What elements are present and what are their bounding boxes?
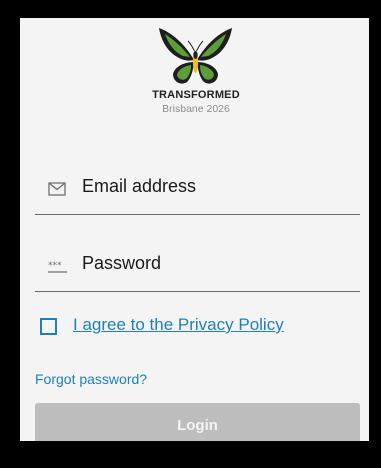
privacy-checkbox[interactable] xyxy=(40,318,57,335)
butterfly-icon xyxy=(159,28,232,84)
password-field[interactable]: *** Password xyxy=(35,245,360,292)
mail-icon xyxy=(48,182,66,196)
brand-name: TRANSFORMED xyxy=(152,89,240,101)
email-field[interactable]: Email address xyxy=(35,168,360,215)
email-placeholder: Email address xyxy=(82,176,197,196)
privacy-policy-link[interactable]: I agree to the Privacy Policy xyxy=(73,315,284,335)
brand-logo: TRANSFORMED Brisbane 2026 xyxy=(145,26,247,124)
brand-subtitle: Brisbane 2026 xyxy=(162,103,230,115)
login-button[interactable]: Login xyxy=(35,403,360,441)
privacy-agreement-row: I agree to the Privacy Policy xyxy=(35,310,360,340)
login-screen: TRANSFORMED Brisbane 2026 Email address … xyxy=(20,18,369,441)
forgot-password-link[interactable]: Forgot password? xyxy=(35,371,147,387)
password-dots-icon: *** xyxy=(48,261,67,273)
password-placeholder: Password xyxy=(82,253,162,273)
svg-text:***: *** xyxy=(48,261,62,271)
